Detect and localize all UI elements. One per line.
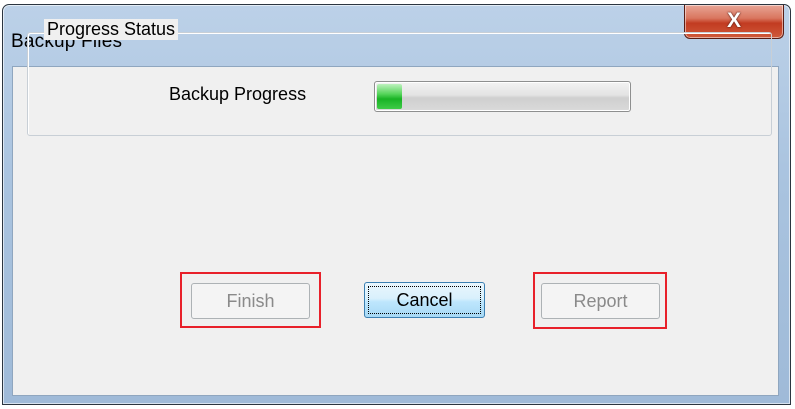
progress-bar-fill <box>377 84 403 109</box>
report-highlight-box <box>533 272 667 329</box>
cancel-button[interactable]: Cancel <box>364 282 485 318</box>
group-legend: Progress Status <box>44 19 179 40</box>
close-icon: X <box>726 9 741 32</box>
finish-highlight-box <box>180 272 321 328</box>
backup-progress-label: Backup Progress <box>169 84 307 104</box>
backup-progress-bar <box>374 81 631 112</box>
progress-status-group: Progress Status Backup Progress <box>27 19 772 136</box>
cancel-button-label: Cancel <box>396 290 453 310</box>
